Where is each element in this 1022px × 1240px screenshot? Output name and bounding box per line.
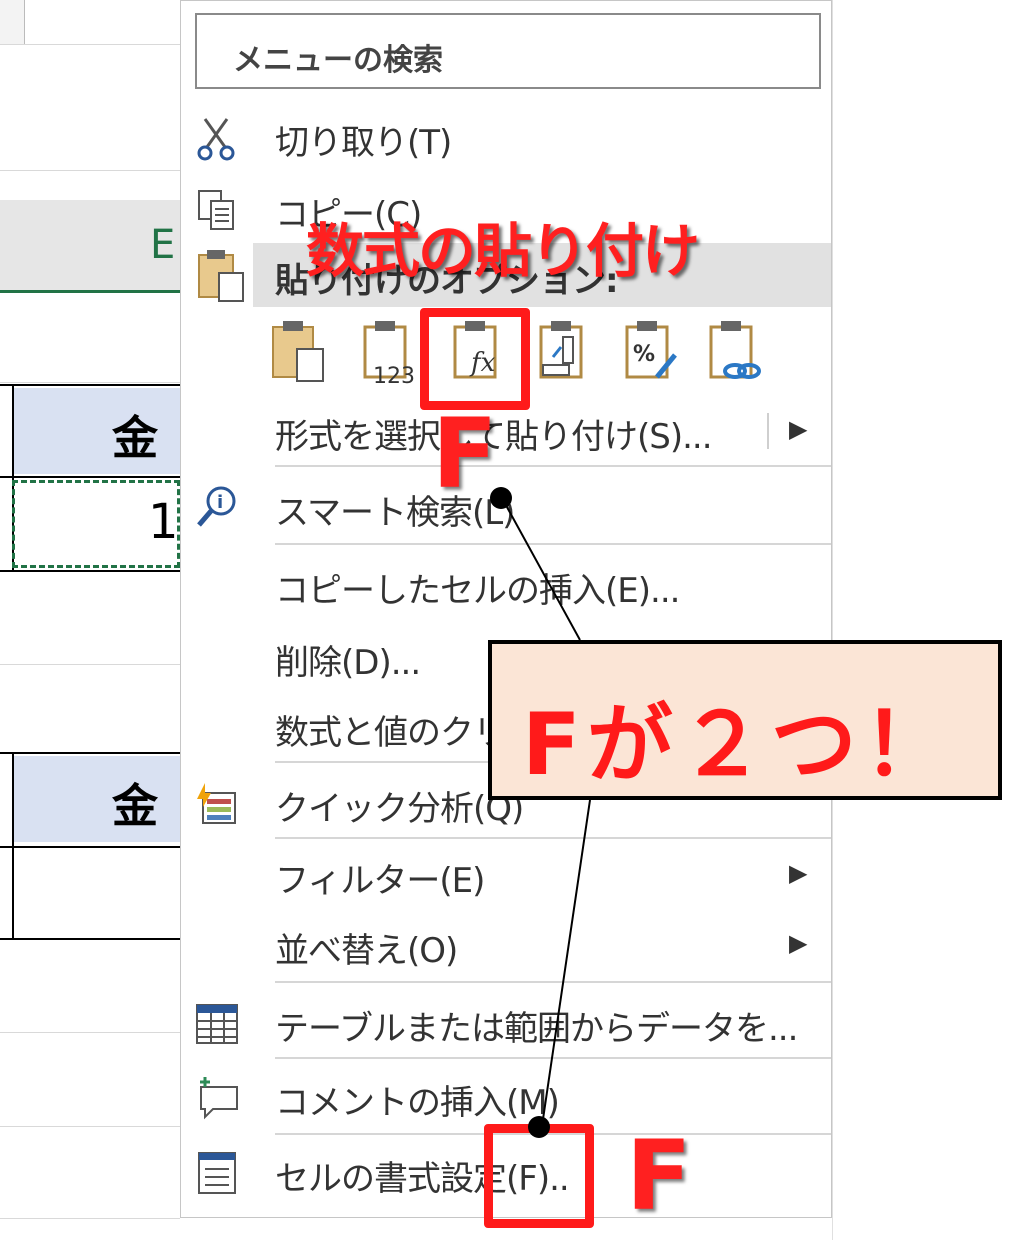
connector-lines [501,497,591,1127]
callout-box: Fが２つ！ [488,640,1002,800]
connector-dot [528,1116,550,1138]
connector-dot [490,487,512,509]
callout-text: Fが２つ！ [522,695,955,795]
